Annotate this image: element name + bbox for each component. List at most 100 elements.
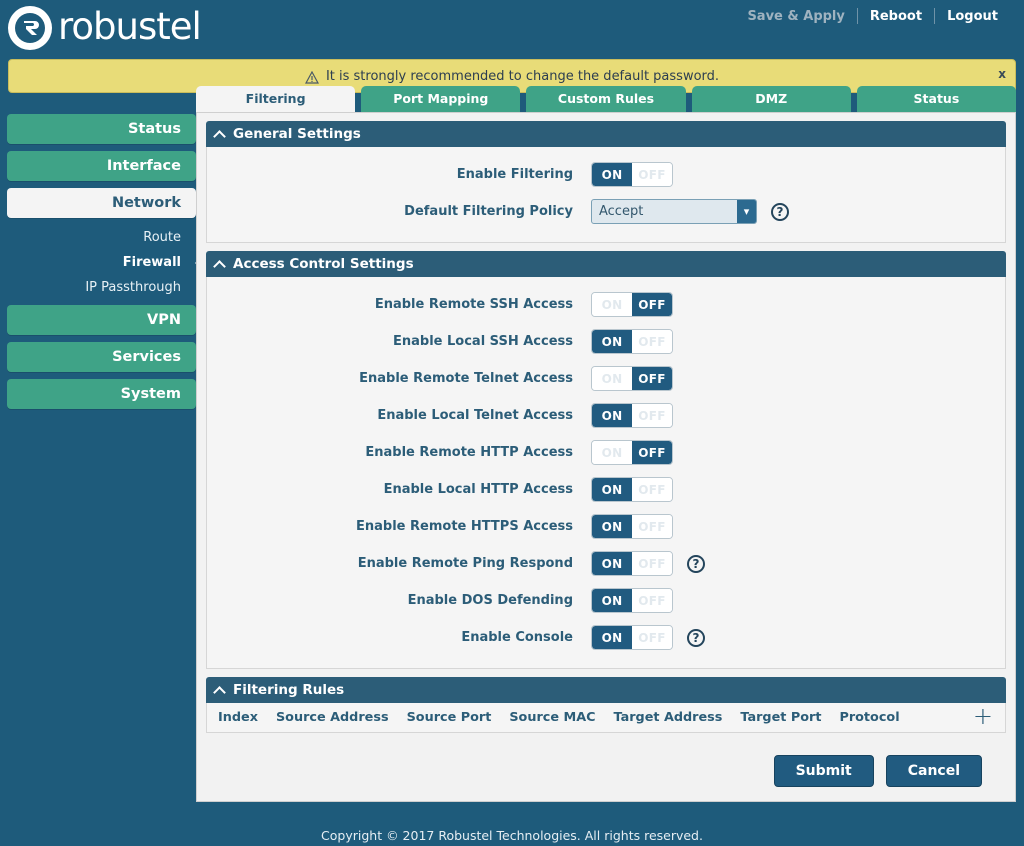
sidebar-item-firewall[interactable]: Firewall <box>0 250 203 275</box>
filtering-rules-title: Filtering Rules <box>233 682 345 698</box>
reboot-link[interactable]: Reboot <box>858 9 934 24</box>
help-icon[interactable]: ? <box>771 202 789 221</box>
filtering-rules-header[interactable]: Filtering Rules <box>206 677 1006 703</box>
header-actions: Save & Apply Reboot Logout <box>735 8 1010 24</box>
filtering-rules-table-header: Index Source Address Source Port Source … <box>206 703 1006 733</box>
copyright-text: Copyright © 2017 Robustel Technologies. … <box>321 828 703 843</box>
chevron-down-icon[interactable]: ▾ <box>737 200 756 223</box>
submit-button[interactable]: Submit <box>773 755 874 787</box>
tab-custom-rules[interactable]: Custom Rules <box>526 86 686 112</box>
add-rule-icon[interactable]: + <box>973 704 993 728</box>
field-local-http: Enable Local HTTP Access ON OFF <box>207 471 1005 508</box>
toggle-on-label: ON <box>592 330 632 353</box>
logout-link[interactable]: Logout <box>935 9 1010 24</box>
sidebar-nav: Status Interface Network Route Firewall … <box>0 100 203 416</box>
toggle-on-label: ON <box>592 293 632 316</box>
toggle-on-label: ON <box>592 367 632 390</box>
toggle-off-label: OFF <box>632 626 672 649</box>
default-filtering-policy-value: Accept <box>599 204 644 219</box>
remote-ssh-label: Enable Remote SSH Access <box>374 297 573 312</box>
cancel-button[interactable]: Cancel <box>885 755 982 787</box>
local-http-toggle[interactable]: ON OFF <box>591 477 673 502</box>
help-icon[interactable]: ? <box>687 554 705 573</box>
tab-filtering[interactable]: Filtering <box>196 86 356 112</box>
sidebar-item-route-label: Route <box>143 230 181 245</box>
field-remote-ssh: Enable Remote SSH Access ON OFF <box>207 286 1005 323</box>
remote-https-toggle[interactable]: ON OFF <box>591 514 673 539</box>
toggle-on-label: ON <box>592 441 632 464</box>
tab-dmz[interactable]: DMZ <box>691 86 851 112</box>
filtering-rules-section: Filtering Rules Index Source Address Sou… <box>206 677 1006 733</box>
access-control-title: Access Control Settings <box>233 256 414 272</box>
enable-filtering-control: ON OFF <box>591 162 673 187</box>
sidebar-item-services[interactable]: Services <box>7 342 196 372</box>
remote-http-toggle[interactable]: ON OFF <box>591 440 673 465</box>
remote-https-label: Enable Remote HTTPS Access <box>356 519 573 534</box>
general-settings-header[interactable]: General Settings <box>206 121 1006 147</box>
local-http-label: Enable Local HTTP Access <box>383 482 573 497</box>
sidebar-item-ip-passthrough[interactable]: IP Passthrough <box>0 275 196 300</box>
tab-status[interactable]: Status <box>856 86 1017 112</box>
form-actions: Submit Cancel <box>206 755 1006 801</box>
remote-ssh-toggle[interactable]: ON OFF <box>591 292 673 317</box>
enable-filtering-label: Enable Filtering <box>456 167 573 182</box>
column-source-mac: Source MAC <box>509 710 596 725</box>
filtering-panel: General Settings Enable Filtering ON OFF <box>196 112 1016 802</box>
access-control-section: Access Control Settings Enable Remote SS… <box>206 251 1006 669</box>
enable-console-label: Enable Console <box>461 630 573 645</box>
remote-telnet-toggle[interactable]: ON OFF <box>591 366 673 391</box>
tab-bar: Filtering Port Mapping Custom Rules DMZ … <box>196 86 1017 112</box>
toggle-off-label: OFF <box>632 589 672 612</box>
local-ssh-toggle[interactable]: ON OFF <box>591 329 673 354</box>
remote-ping-toggle[interactable]: ON OFF <box>591 551 673 576</box>
sidebar-subgroup-network: Route Firewall IP Passthrough <box>0 225 203 300</box>
toggle-off-label: OFF <box>632 367 672 390</box>
toggle-off-label: OFF <box>632 404 672 427</box>
remote-ping-label: Enable Remote Ping Respond <box>357 556 573 571</box>
enable-console-toggle[interactable]: ON OFF <box>591 625 673 650</box>
toggle-on-label: ON <box>592 626 632 649</box>
tab-port-mapping[interactable]: Port Mapping <box>361 86 521 112</box>
general-settings-section: General Settings Enable Filtering ON OFF <box>206 121 1006 243</box>
sidebar-item-route[interactable]: Route <box>0 225 196 250</box>
sidebar-item-vpn[interactable]: VPN <box>7 305 196 335</box>
warning-triangle-icon <box>304 70 319 84</box>
sidebar-item-ip-passthrough-label: IP Passthrough <box>85 280 181 295</box>
dos-defending-toggle[interactable]: ON OFF <box>591 588 673 613</box>
field-enable-filtering: Enable Filtering ON OFF <box>207 156 1005 193</box>
toggle-on-label: ON <box>592 163 632 186</box>
toggle-on-label: ON <box>592 515 632 538</box>
panel-spacer <box>206 741 1006 755</box>
help-icon[interactable]: ? <box>687 628 705 647</box>
save-and-apply-link[interactable]: Save & Apply <box>735 9 856 24</box>
app-header: robustel Save & Apply Reboot Logout <box>0 0 1024 56</box>
local-telnet-toggle[interactable]: ON OFF <box>591 403 673 428</box>
default-filtering-policy-control: Accept ▾ ? <box>591 199 789 224</box>
brand-name: robustel <box>58 4 202 48</box>
field-remote-telnet: Enable Remote Telnet Access ON OFF <box>207 360 1005 397</box>
general-settings-title: General Settings <box>233 126 361 142</box>
enable-filtering-toggle[interactable]: ON OFF <box>591 162 673 187</box>
chevron-up-icon <box>215 259 225 269</box>
chevron-up-icon <box>215 129 225 139</box>
toggle-off-label: OFF <box>632 163 672 186</box>
robustel-logo-icon <box>8 6 52 50</box>
field-enable-console: Enable Console ON OFF ? <box>207 619 1005 656</box>
sidebar-item-status[interactable]: Status <box>7 114 196 144</box>
toggle-off-label: OFF <box>632 515 672 538</box>
close-icon[interactable]: x <box>998 67 1006 81</box>
toggle-off-label: OFF <box>632 441 672 464</box>
column-source-port: Source Port <box>406 710 492 725</box>
toggle-off-label: OFF <box>632 293 672 316</box>
toggle-off-label: OFF <box>632 552 672 575</box>
column-target-port: Target Port <box>740 710 822 725</box>
access-control-body: Enable Remote SSH Access ON OFF Enable L… <box>206 277 1006 669</box>
sidebar-item-interface[interactable]: Interface <box>7 151 196 181</box>
sidebar-item-system[interactable]: System <box>7 379 196 409</box>
page-layout: Status Interface Network Route Firewall … <box>0 86 1024 816</box>
access-control-header[interactable]: Access Control Settings <box>206 251 1006 277</box>
default-filtering-policy-select[interactable]: Accept ▾ <box>591 199 757 224</box>
toggle-off-label: OFF <box>632 330 672 353</box>
sidebar-item-network[interactable]: Network <box>7 188 196 218</box>
default-filtering-policy-label: Default Filtering Policy <box>404 204 573 219</box>
